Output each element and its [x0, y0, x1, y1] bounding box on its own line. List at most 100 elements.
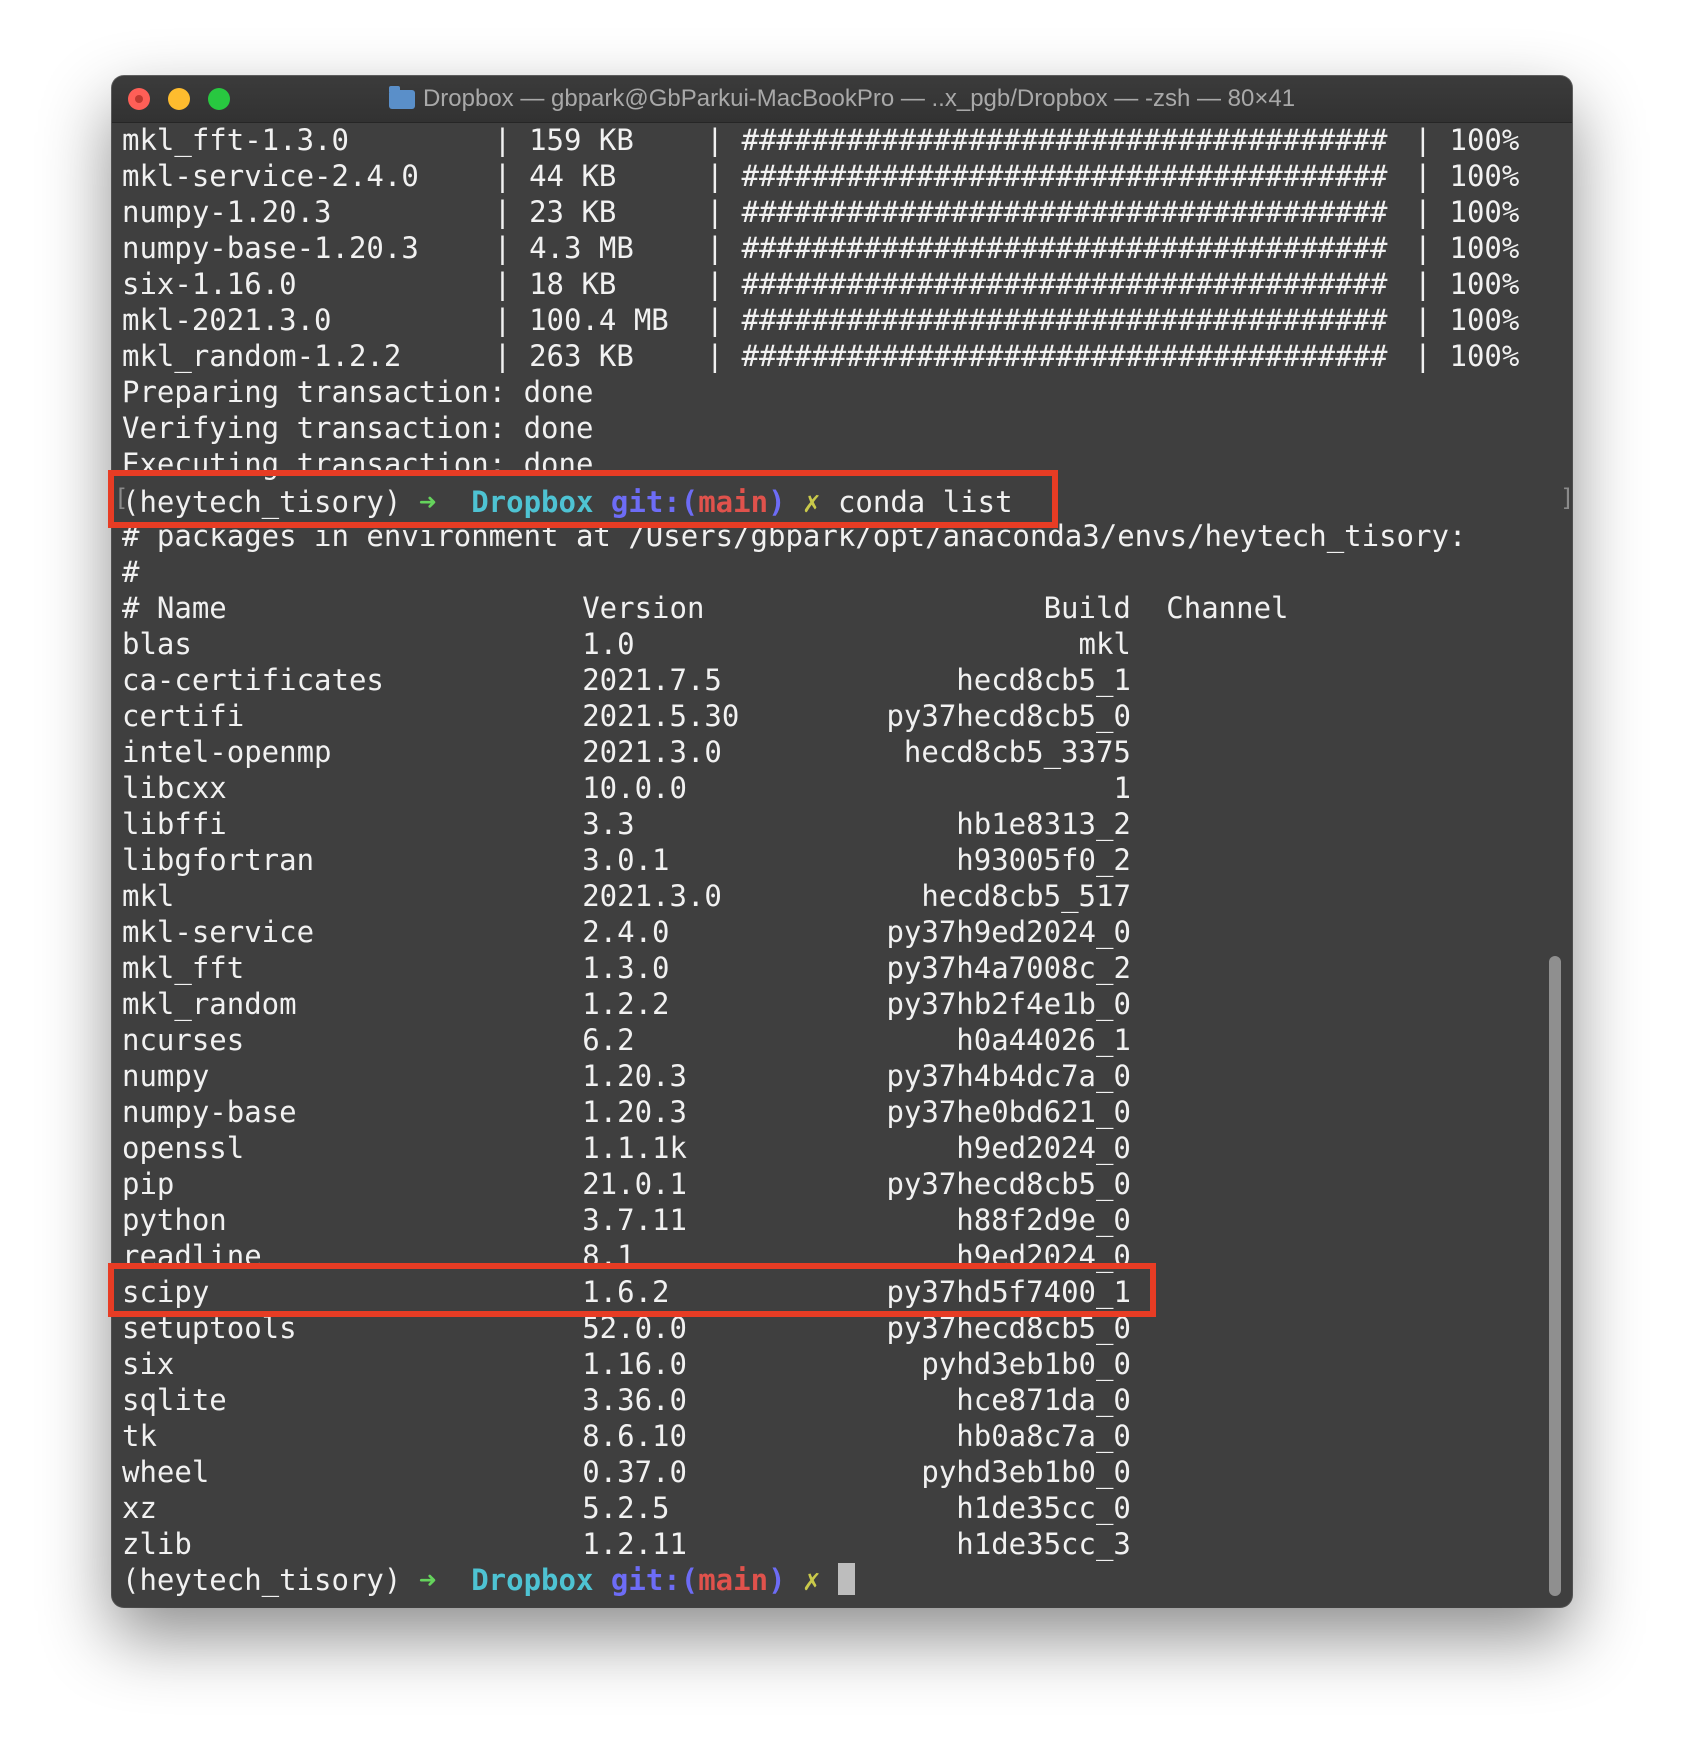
download-size: 23 KB	[529, 195, 617, 229]
package-name: openssl	[122, 1131, 245, 1165]
pipe-separator: |	[1414, 195, 1432, 229]
package-name: libffi	[122, 807, 227, 841]
text-cursor[interactable]	[837, 1563, 855, 1595]
terminal-output[interactable]: mkl_fft-1.3.0 | 159 KB | ###################…	[122, 122, 1542, 1602]
table-row: ca-certificates 2021.7.5 hecd8cb5_1	[122, 662, 1542, 698]
package-version: 3.0.1	[582, 843, 670, 877]
package-name: xz	[122, 1491, 157, 1525]
download-name: numpy-1.20.3	[122, 195, 332, 229]
package-version: 5.2.5	[582, 1491, 670, 1525]
package-name: pip	[122, 1167, 175, 1201]
package-build: py37hecd8cb5_0	[886, 699, 1131, 733]
prompt-dirty-icon: ✗	[803, 1563, 821, 1597]
package-name: zlib	[122, 1527, 192, 1561]
table-row: ncurses 6.2 h0a44026_1	[122, 1022, 1542, 1058]
package-build: mkl	[1078, 627, 1131, 661]
download-row: mkl_random-1.2.2 | 263 KB | ################…	[122, 338, 1542, 374]
package-name: certifi	[122, 699, 245, 733]
pipe-separator: |	[706, 231, 724, 265]
table-header: # Name Version Build Channel	[122, 590, 1542, 626]
package-build: py37h9ed2024_0	[886, 915, 1131, 949]
pipe-separator: |	[706, 195, 724, 229]
table-row: intel-openmp 2021.3.0 hecd8cb5_3375	[122, 734, 1542, 770]
pipe-separator: |	[1414, 159, 1432, 193]
pipe-separator: |	[493, 339, 512, 373]
package-version: 2021.3.0	[582, 879, 722, 913]
download-name: mkl-2021.3.0	[122, 303, 332, 337]
package-build: hb0a8c7a_0	[956, 1419, 1131, 1453]
bracket-right-mark: ]	[1560, 484, 1575, 512]
status-line: Verifying transaction: done	[122, 410, 1542, 446]
package-version: 3.7.11	[582, 1203, 687, 1237]
table-row: mkl_fft 1.3.0 py37h4a7008c_2	[122, 950, 1542, 986]
pipe-separator: |	[706, 339, 724, 373]
package-build: hecd8cb5_517	[921, 879, 1131, 913]
download-row: numpy-base-1.20.3 | 4.3 MB | ###############…	[122, 230, 1542, 266]
download-size: 4.3 MB	[529, 231, 634, 265]
prompt-env: (heytech_tisory)	[122, 1563, 402, 1597]
table-row: numpy-base 1.20.3 py37he0bd621_0	[122, 1094, 1542, 1130]
package-version: 1.20.3	[582, 1059, 687, 1093]
pipe-separator: |	[1414, 303, 1432, 337]
package-name: wheel	[122, 1455, 210, 1489]
package-name: mkl_fft	[122, 951, 245, 985]
package-build: h1de35cc_0	[956, 1491, 1131, 1525]
progress-bar: #####################################	[741, 303, 1388, 337]
download-name: mkl-service-2.4.0	[122, 159, 419, 193]
pipe-separator: |	[1414, 231, 1432, 265]
package-build: 1	[1113, 771, 1131, 805]
download-name: mkl_fft-1.3.0	[122, 123, 349, 157]
download-name: numpy-base-1.20.3	[122, 231, 419, 265]
download-percent: 100%	[1449, 267, 1520, 301]
progress-bar: #####################################	[741, 195, 1388, 229]
pipe-separator: |	[493, 231, 512, 265]
table-row: zlib 1.2.11 h1de35cc_3	[122, 1526, 1542, 1562]
window-title: Dropbox — gbpark@GbParkui-MacBookPro — .…	[112, 76, 1572, 122]
highlight-box-scipy	[108, 1263, 1156, 1317]
scrollbar-thumb[interactable]	[1549, 956, 1561, 1596]
download-size: 263 KB	[529, 339, 634, 373]
download-size: 18 KB	[529, 267, 617, 301]
prompt-git-suffix: )	[768, 1563, 786, 1597]
package-build: h1de35cc_3	[956, 1527, 1131, 1561]
package-build: h93005f0_2	[956, 843, 1131, 877]
package-name: six	[122, 1347, 175, 1381]
pipe-separator: |	[1414, 267, 1432, 301]
table-row: mkl 2021.3.0 hecd8cb5_517	[122, 878, 1542, 914]
prompt-arrow-icon: ➜	[418, 1563, 437, 1597]
table-row: python 3.7.11 h88f2d9e_0	[122, 1202, 1542, 1238]
package-build: hb1e8313_2	[956, 807, 1131, 841]
pipe-separator: |	[493, 123, 512, 157]
table-row: libgfortran 3.0.1 h93005f0_2	[122, 842, 1542, 878]
table-row: mkl-service 2.4.0 py37h9ed2024_0	[122, 914, 1542, 950]
title-bar[interactable]: Dropbox — gbpark@GbParkui-MacBookPro — .…	[112, 76, 1572, 123]
table-row: tk 8.6.10 hb0a8c7a_0	[122, 1418, 1542, 1454]
package-name: mkl	[122, 879, 175, 913]
download-percent: 100%	[1449, 159, 1520, 193]
download-row: six-1.16.0 | 18 KB | #######################…	[122, 266, 1542, 302]
window-title-text: Dropbox — gbpark@GbParkui-MacBookPro — .…	[422, 85, 1296, 112]
status-text: Preparing transaction: done	[122, 375, 594, 409]
download-name: six-1.16.0	[122, 267, 297, 301]
status-line: Preparing transaction: done	[122, 374, 1542, 410]
package-name: ncurses	[122, 1023, 245, 1057]
download-percent: 100%	[1449, 123, 1520, 157]
package-version: 1.2.2	[582, 987, 670, 1021]
package-version: 1.1.1k	[582, 1131, 687, 1165]
package-version: 1.20.3	[582, 1095, 687, 1129]
package-build: py37hb2f4e1b_0	[886, 987, 1131, 1021]
package-build: hecd8cb5_3375	[903, 735, 1131, 769]
package-name: numpy-base	[122, 1095, 297, 1129]
download-row: mkl_fft-1.3.0 | 159 KB | ###################…	[122, 122, 1542, 158]
download-percent: 100%	[1449, 303, 1520, 337]
package-build: pyhd3eb1b0_0	[921, 1347, 1131, 1381]
table-row: libcxx 10.0.0 1	[122, 770, 1542, 806]
prompt-line: (heytech_tisory) ➜ Dropbox git:(main) ✗	[122, 1562, 1542, 1598]
package-name: libcxx	[122, 771, 227, 805]
table-row: libffi 3.3 hb1e8313_2	[122, 806, 1542, 842]
column-header-name: # Name	[122, 591, 227, 625]
table-row: blas 1.0 mkl	[122, 626, 1542, 662]
package-name: tk	[122, 1419, 157, 1453]
pipe-separator: |	[493, 195, 512, 229]
download-name: mkl_random-1.2.2	[122, 339, 402, 373]
